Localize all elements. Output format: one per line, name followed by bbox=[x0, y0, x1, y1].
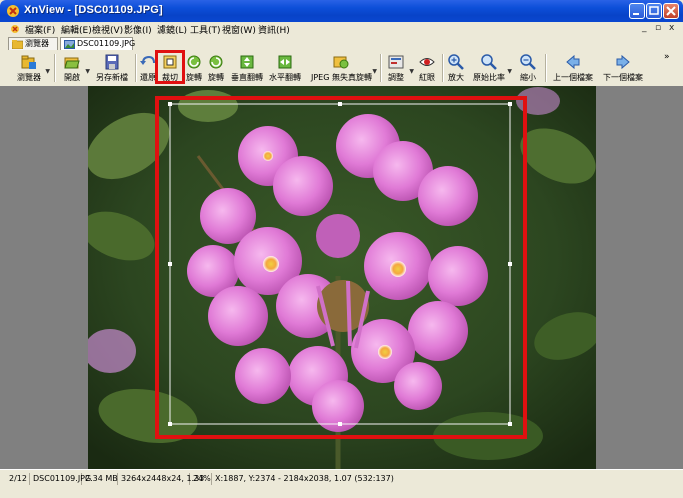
adjust-dropdown-icon[interactable]: ▼ bbox=[409, 68, 414, 75]
status-image-dimensions: 3264x2448x24, 1.33 bbox=[118, 473, 204, 485]
previous-file-label: 上一個檔案 bbox=[553, 73, 593, 82]
rotate-right-icon bbox=[209, 55, 223, 69]
original-ratio-button[interactable]: 原始比率 ▼ bbox=[472, 52, 512, 84]
mdi-restore-button[interactable]: ▫ bbox=[655, 23, 661, 33]
menu-bar: 檔案(F) 編輯(E) 檢視(V) 影像(I) 濾鏡(L) 工具(T) 視窗(W… bbox=[0, 22, 683, 36]
mdi-minimize-button[interactable]: _ bbox=[642, 23, 647, 33]
minimize-icon bbox=[633, 13, 639, 15]
toolbar-overflow-button[interactable]: » bbox=[664, 52, 670, 62]
open-dropdown-icon[interactable]: ▼ bbox=[85, 68, 90, 75]
prev-arrow-icon bbox=[566, 54, 580, 70]
flip-horizontal-label: 水平翻轉 bbox=[269, 73, 301, 82]
close-button[interactable] bbox=[663, 3, 679, 19]
tab-browser[interactable]: 瀏覽器 bbox=[8, 37, 58, 50]
save-disk-icon bbox=[105, 54, 119, 70]
browser-label: 瀏覽器 bbox=[17, 73, 41, 82]
zoom-out-button[interactable]: 縮小 bbox=[518, 52, 538, 84]
save-as-label: 另存新檔 bbox=[96, 73, 128, 82]
flip-vertical-label: 垂直翻轉 bbox=[231, 73, 263, 82]
rotate-left-button[interactable]: 旋轉 bbox=[184, 52, 204, 84]
rotate-left-label: 旋轉 bbox=[186, 73, 202, 82]
zoom-in-button[interactable]: 放大 bbox=[446, 52, 466, 84]
original-ratio-label: 原始比率 bbox=[473, 73, 505, 82]
title-bar: XnView - [DSC01109.JPG] bbox=[0, 0, 683, 22]
previous-file-button[interactable]: 上一個檔案 bbox=[550, 52, 596, 84]
document-menu-icon bbox=[11, 25, 19, 33]
undo-icon bbox=[140, 55, 155, 65]
rotate-right-label: 旋轉 bbox=[208, 73, 224, 82]
jpeg-rotate-dropdown-icon[interactable]: ▼ bbox=[372, 68, 377, 75]
zoom-in-label: 放大 bbox=[448, 73, 464, 82]
adjust-icon bbox=[388, 55, 404, 69]
next-file-button[interactable]: 下一個檔案 bbox=[600, 52, 646, 84]
maximize-icon bbox=[649, 6, 659, 15]
next-arrow-icon bbox=[616, 54, 630, 70]
zoom-out-icon bbox=[520, 54, 536, 70]
status-zoom-level: 24% bbox=[190, 473, 212, 485]
rotate-right-button[interactable]: 旋轉 bbox=[206, 52, 226, 84]
status-selection-info: X:1887, Y:2374 - 2184x2038, 1.07 (532:13… bbox=[215, 474, 394, 483]
zoom-out-label: 縮小 bbox=[520, 73, 536, 82]
window-title: XnView - [DSC01109.JPG] bbox=[24, 4, 163, 16]
adjust-button[interactable]: 調整 ▼ bbox=[384, 52, 414, 84]
browser-folder-icon bbox=[21, 55, 36, 69]
open-button[interactable]: 開啟 ▼ bbox=[60, 52, 90, 84]
image-tab-icon bbox=[64, 40, 75, 49]
toolbar-separator bbox=[442, 54, 444, 82]
red-eye-label: 紅眼 bbox=[419, 73, 435, 82]
status-bar: 2/12 DSC01109.JPG 2.34 MB 3264x2448x24, … bbox=[0, 469, 683, 498]
browser-tab-icon bbox=[12, 40, 23, 49]
open-label: 開啟 bbox=[64, 73, 80, 82]
status-file-index: 2/12 bbox=[6, 473, 30, 485]
main-toolbar: 瀏覽器 ▼ 開啟 ▼ 另存新檔 還原 裁切 旋轉 旋轉 垂直翻轉 水平翻轉 JP… bbox=[0, 50, 683, 87]
mdi-close-button[interactable]: x bbox=[669, 23, 674, 33]
zoom-in-icon bbox=[448, 54, 464, 70]
original-ratio-dropdown-icon[interactable]: ▼ bbox=[507, 68, 512, 75]
zoom-fit-icon bbox=[481, 54, 497, 70]
open-folder-icon bbox=[64, 57, 80, 69]
rotate-left-icon bbox=[187, 55, 201, 69]
flip-vertical-icon bbox=[240, 55, 254, 69]
toolbar-separator bbox=[135, 54, 137, 82]
browser-dropdown-icon[interactable]: ▼ bbox=[45, 68, 50, 75]
jpeg-rotate-label: JPEG 無失真旋轉 bbox=[311, 73, 372, 82]
toolbar-separator bbox=[54, 54, 56, 82]
red-eye-icon bbox=[419, 58, 435, 66]
minimize-button[interactable] bbox=[629, 3, 645, 19]
red-eye-button[interactable]: 紅眼 bbox=[416, 52, 438, 84]
tab-browser-label: 瀏覽器 bbox=[25, 39, 49, 48]
jpeg-rotate-icon bbox=[333, 56, 349, 69]
toolbar-separator bbox=[545, 54, 547, 82]
adjust-label: 調整 bbox=[388, 73, 404, 82]
save-as-button[interactable]: 另存新檔 bbox=[94, 52, 130, 84]
next-file-label: 下一個檔案 bbox=[603, 73, 643, 82]
close-icon bbox=[666, 6, 676, 16]
maximize-button[interactable] bbox=[646, 3, 662, 19]
xnview-app-icon bbox=[7, 5, 19, 17]
status-file-name: DSC01109.JPG bbox=[30, 473, 91, 485]
flip-horizontal-button[interactable]: 水平翻轉 bbox=[267, 52, 303, 84]
crop-button-highlight bbox=[155, 50, 185, 84]
flip-horizontal-icon bbox=[278, 55, 292, 69]
jpeg-lossless-rotate-button[interactable]: JPEG 無失真旋轉 ▼ bbox=[311, 52, 377, 84]
toolbar-separator bbox=[380, 54, 382, 82]
document-tab-bar: 瀏覽器 DSC01109.JPG bbox=[0, 35, 683, 51]
tab-image-label: DSC01109.JPG bbox=[77, 39, 136, 48]
browser-button[interactable]: 瀏覽器 ▼ bbox=[14, 52, 50, 84]
tab-image[interactable]: DSC01109.JPG bbox=[60, 37, 136, 50]
status-file-size: 2.34 MB bbox=[82, 473, 118, 485]
flip-vertical-button[interactable]: 垂直翻轉 bbox=[229, 52, 265, 84]
crop-area-highlight bbox=[155, 96, 527, 439]
